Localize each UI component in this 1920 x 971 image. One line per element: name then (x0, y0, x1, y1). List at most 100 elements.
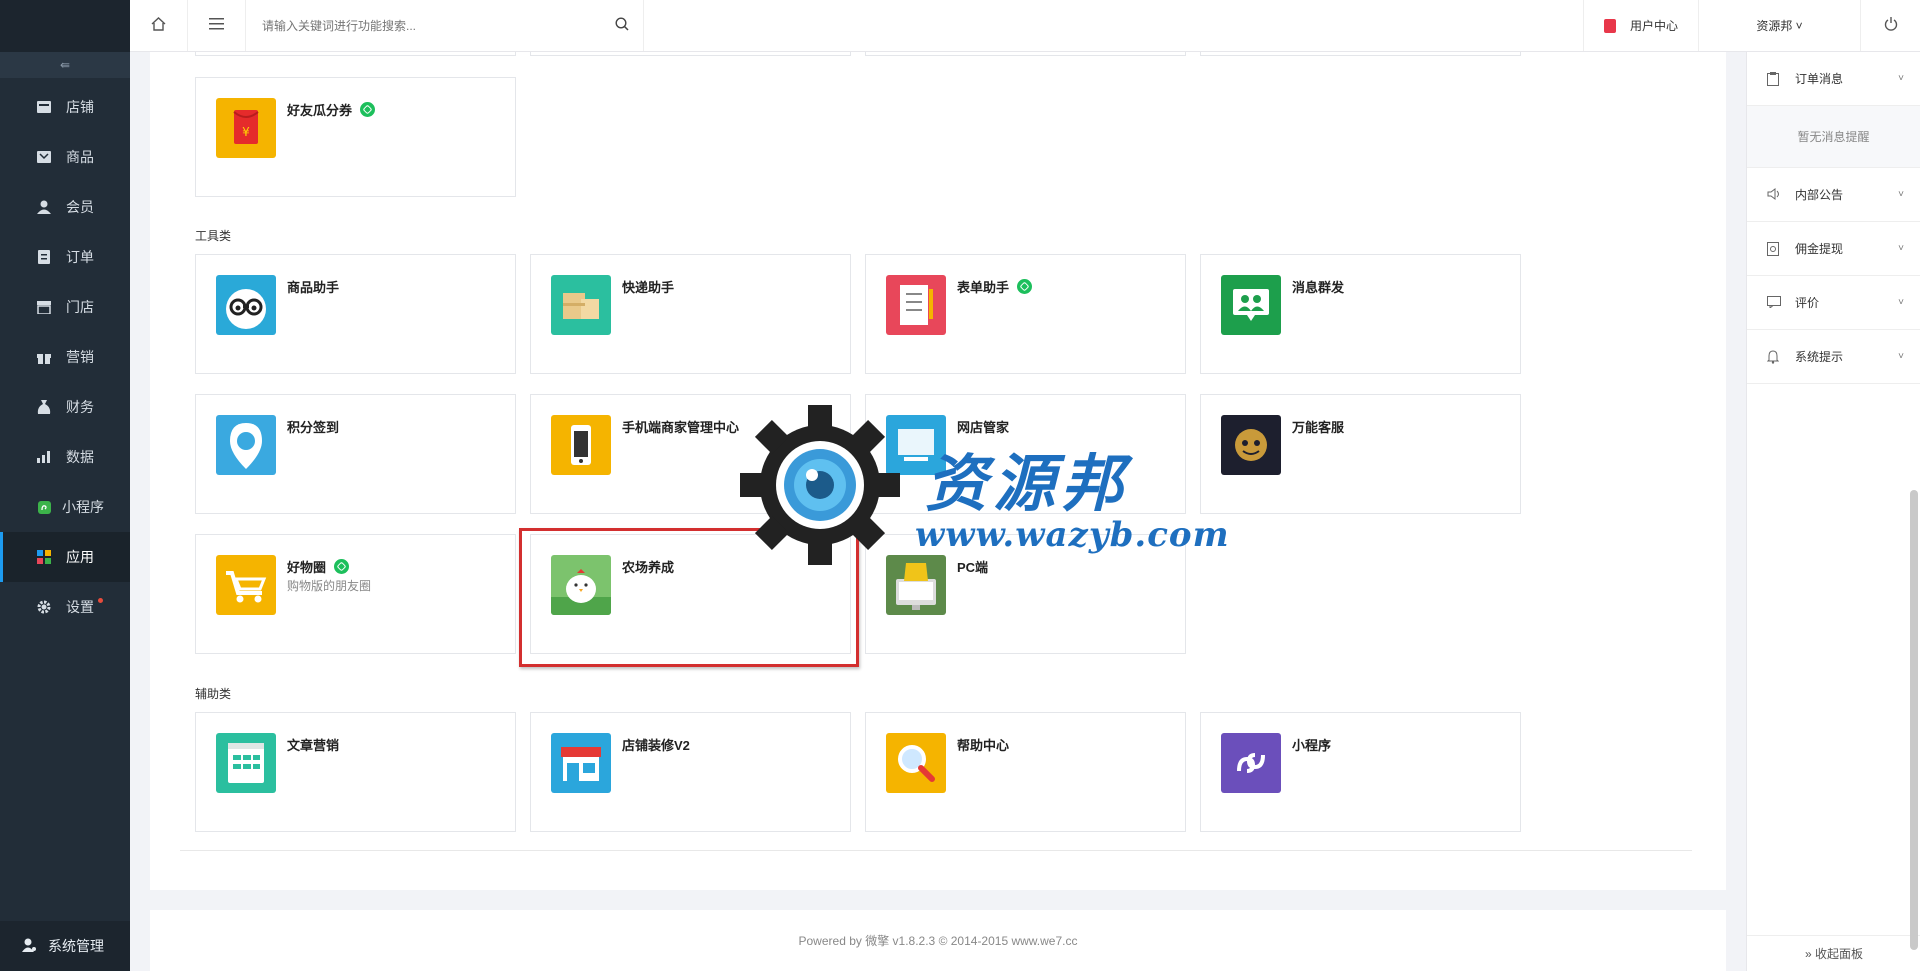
app-card-hyg[interactable]: ¥ 好友瓜分券 (195, 77, 516, 197)
panel-review[interactable]: 评价 ˅ (1747, 276, 1920, 330)
app-name: 万能客服 (1292, 420, 1345, 435)
chevron-down-icon: ˅ (1898, 243, 1904, 254)
highlight-annotation-box (519, 528, 859, 667)
app-card-wzyx[interactable]: 文章营销 (195, 712, 516, 832)
nav-label: 订单 (66, 249, 94, 265)
left-sidebar: ⇚ 店铺 商品 会员 订单 门店 营销 财务 数据 小程序 应用 设置 系统管理 (0, 0, 130, 971)
nav-item-goods[interactable]: 商品 (0, 132, 130, 182)
panel-system-tip[interactable]: 系统提示 ˅ (1747, 330, 1920, 384)
customer-service-icon (1221, 415, 1281, 475)
desktop-computer-icon (886, 555, 946, 615)
app-name: 网店管家 (957, 420, 1010, 435)
app-card-hwq[interactable]: 好物圈 购物版的朋友圈 (195, 534, 516, 654)
right-panel: 订单消息 ˅ 暂无消息提醒 内部公告 ˅ 佣金提现 ˅ 评价 ˅ 系统提示 ˅ … (1746, 52, 1920, 971)
app-card-xcx[interactable]: 小程序 (1200, 712, 1521, 832)
app-card-sjd[interactable]: 手机端商家管理中心 (530, 394, 851, 514)
card-remnant (1200, 52, 1521, 56)
panel-label: 评价 (1795, 296, 1820, 310)
nav-item-store[interactable]: 店铺 (0, 82, 130, 132)
apps-icon (36, 549, 52, 565)
app-name: 文章营销 (287, 738, 340, 753)
panel-label: 订单消息 (1795, 72, 1844, 86)
scrollbar[interactable] (1910, 490, 1918, 950)
panel-order-messages[interactable]: 订单消息 ˅ (1747, 52, 1920, 106)
collapse-panel-button[interactable]: » 收起面板 (1747, 935, 1920, 971)
sidebar-collapse-toggle[interactable]: ⇚ (0, 52, 130, 78)
shopping-cart-icon (216, 555, 276, 615)
nav-item-apps[interactable]: 应用 (0, 532, 130, 582)
nav-item-miniprogram[interactable]: 小程序 (0, 482, 130, 532)
chevron-down-icon: ˅ (1898, 73, 1904, 84)
app-name: 商品助手 (287, 280, 340, 295)
card-remnant (195, 52, 516, 56)
user-center-button[interactable]: 用户中心 (1583, 0, 1698, 51)
smartphone-icon (551, 415, 611, 475)
section-title-aux: 辅助类 (195, 687, 232, 701)
system-manage-label: 系统管理 (48, 938, 104, 954)
link-icon (360, 102, 376, 117)
speaker-icon (1767, 187, 1781, 202)
app-name: 积分签到 (287, 420, 340, 435)
app-name: 好友瓜分券 (287, 100, 376, 119)
user-center-label: 用户中心 (1629, 19, 1678, 33)
app-name: 手机端商家管理中心 (622, 420, 740, 435)
svg-text:¥: ¥ (242, 125, 250, 139)
nav-item-data[interactable]: 数据 (0, 432, 130, 482)
nav-item-settings[interactable]: 设置 (0, 582, 130, 632)
nav-label: 数据 (66, 449, 94, 465)
home-button[interactable] (130, 0, 188, 51)
member-icon (36, 199, 52, 215)
nav-item-order[interactable]: 订单 (0, 232, 130, 282)
link-icon (1017, 279, 1033, 294)
app-card-bzzx[interactable]: 帮助中心 (865, 712, 1186, 832)
app-card-pc[interactable]: PC端 (865, 534, 1186, 654)
nav-label: 营销 (66, 349, 94, 365)
nav-item-shop[interactable]: 门店 (0, 282, 130, 332)
group-message-icon (1221, 275, 1281, 335)
app-card-bdzs[interactable]: 表单助手 (865, 254, 1186, 374)
app-card-wdgj[interactable]: 网店管家 (865, 394, 1186, 514)
article-icon (216, 733, 276, 793)
search-box (246, 0, 644, 51)
app-card-wnkf[interactable]: 万能客服 (1200, 394, 1521, 514)
app-name: 消息群发 (1292, 280, 1345, 295)
panel-internal-notice[interactable]: 内部公告 ˅ (1747, 168, 1920, 222)
comment-icon (1767, 295, 1781, 310)
nav-item-finance[interactable]: 财务 (0, 382, 130, 432)
app-card-dpzx[interactable]: 店铺装修V2 (530, 712, 851, 832)
system-manage-button[interactable]: 系统管理 (0, 921, 130, 971)
package-icon (551, 275, 611, 335)
chevron-down-icon: ˅ (1898, 297, 1904, 308)
panel-commission[interactable]: 佣金提现 ˅ (1747, 222, 1920, 276)
chevron-down-icon: ˅ (1898, 351, 1904, 362)
app-card-jfqd[interactable]: 积分签到 (195, 394, 516, 514)
app-card-spzs[interactable]: 商品助手 (195, 254, 516, 374)
glasses-face-icon (216, 275, 276, 335)
nav-label: 店铺 (66, 99, 94, 115)
search-icon[interactable] (615, 17, 629, 34)
nav-label: 财务 (66, 399, 94, 415)
nav-label: 商品 (66, 149, 94, 165)
app-card-xxqf[interactable]: 消息群发 (1200, 254, 1521, 374)
nav-label: 应用 (66, 549, 94, 565)
search-input[interactable] (262, 18, 615, 33)
nav-item-member[interactable]: 会员 (0, 182, 130, 232)
logout-button[interactable] (1860, 0, 1920, 51)
empty-message: 暂无消息提醒 (1747, 106, 1920, 168)
storefront-icon (551, 733, 611, 793)
panel-label: 佣金提现 (1795, 242, 1844, 256)
notification-dot (98, 598, 103, 603)
nav-item-marketing[interactable]: 营销 (0, 332, 130, 382)
hamburger-icon (209, 18, 224, 33)
app-card-kdzs[interactable]: 快递助手 (530, 254, 851, 374)
link-icon (334, 559, 350, 574)
chevron-down-icon: ˅ (1898, 189, 1904, 200)
main-nav: 店铺 商品 会员 订单 门店 营销 财务 数据 小程序 应用 设置 (0, 82, 130, 632)
app-name: PC端 (957, 560, 989, 575)
menu-toggle-button[interactable] (188, 0, 246, 51)
nav-label: 门店 (66, 299, 94, 315)
miniprogram-logo-icon (1221, 733, 1281, 793)
section-title-tools: 工具类 (195, 229, 232, 243)
app-name: 店铺装修V2 (622, 738, 690, 753)
account-dropdown[interactable]: 资源邦 ˅ (1698, 0, 1860, 51)
